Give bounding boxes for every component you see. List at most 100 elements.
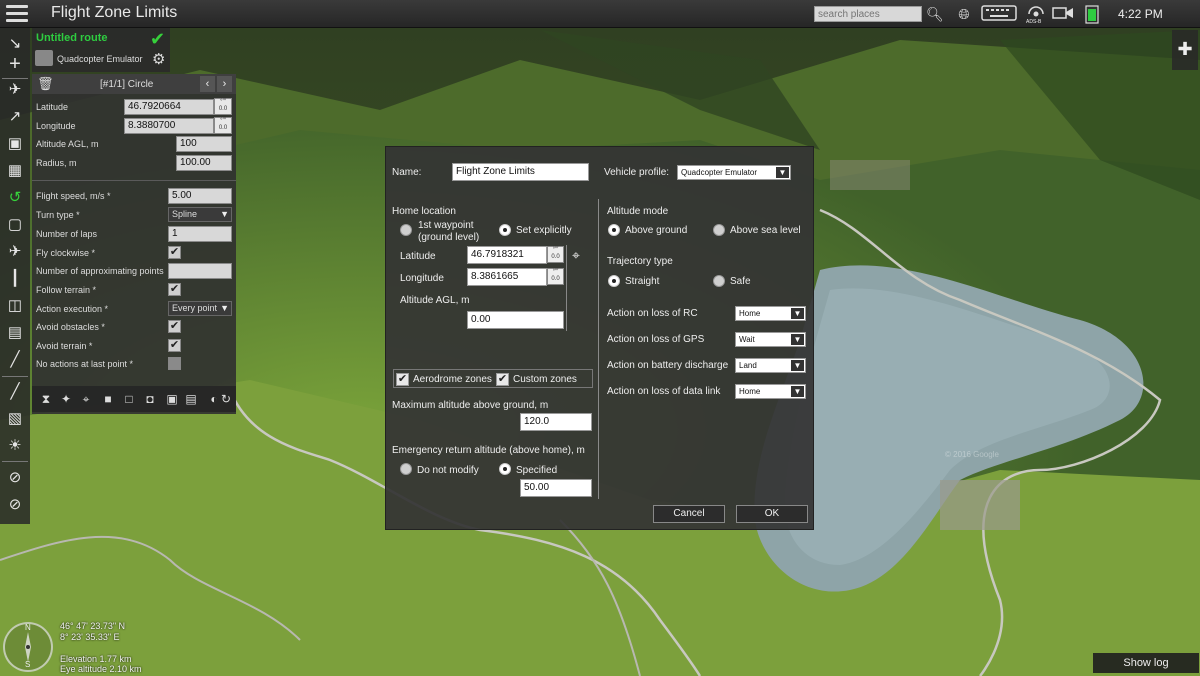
- camera-trigger-icon[interactable]: ✦: [58, 390, 74, 408]
- compass[interactable]: N S: [3, 622, 53, 672]
- prev-waypoint-button[interactable]: ‹: [200, 76, 215, 92]
- globe-icon[interactable]: 🌐︎: [955, 4, 973, 24]
- emergency-opt2-label: Specified: [516, 465, 558, 476]
- waypoint-path-icon[interactable]: ↗: [3, 105, 27, 129]
- emergency-altitude-input[interactable]: 50.00: [520, 479, 592, 497]
- hourglass-icon[interactable]: ⧗: [38, 390, 54, 408]
- home-altitude-input[interactable]: 0.00: [467, 311, 564, 329]
- no-fly-zone-icon[interactable]: ⊘: [3, 466, 27, 490]
- avoid-obstacles-checkbox[interactable]: ✔: [168, 320, 181, 333]
- home-set-explicitly-radio[interactable]: [499, 224, 511, 236]
- home-altitude-label: Altitude AGL, m: [400, 295, 470, 306]
- route-name[interactable]: Untitled route: [36, 32, 108, 44]
- add-icon[interactable]: +: [3, 52, 27, 76]
- param-avoid-obstacles: Avoid obstacles * ✔: [36, 320, 181, 333]
- poi-icon[interactable]: ⌖: [78, 390, 94, 408]
- action-gps-select[interactable]: Wait ▼: [735, 332, 806, 347]
- left-toolbar: ↘ + ✈ ↗ ▣ ▦ ↺ ▢ ✈ ┃ ◫ ▤ ╱ ╱ ▧ ☀ ⊘ ⊘: [0, 28, 30, 524]
- home-opt1-line2: (ground level): [418, 232, 480, 243]
- area-scan-icon[interactable]: ▣: [3, 132, 27, 156]
- cancel-button[interactable]: Cancel: [653, 505, 725, 523]
- dropdown-arrow-icon: ▼: [220, 303, 229, 313]
- trajectory-type-label: Trajectory type: [607, 256, 673, 267]
- coord-format-button[interactable]: °′″ 0.0: [214, 117, 232, 134]
- action-datalink-select[interactable]: Home ▼: [735, 384, 806, 399]
- radius-input[interactable]: 100.00: [176, 155, 232, 171]
- camera-attitude-icon[interactable]: ◘: [142, 390, 158, 408]
- home-longitude-input[interactable]: 8.3861665: [467, 268, 547, 286]
- action-execution-select[interactable]: Every point ▼: [168, 301, 232, 316]
- action-battery-select[interactable]: Land ▼: [735, 358, 806, 373]
- no-actions-last-checkbox[interactable]: [168, 357, 181, 370]
- keyboard-icon[interactable]: [981, 4, 1017, 24]
- traj-safe-radio[interactable]: [713, 275, 725, 287]
- laps-input[interactable]: 1: [168, 226, 232, 242]
- landing-icon[interactable]: ✈: [3, 240, 27, 264]
- vertical-scan-icon[interactable]: ┃: [3, 267, 27, 291]
- video-camera-icon[interactable]: [1051, 4, 1075, 24]
- route-header[interactable]: Untitled route ✔ Quadcopter Emulator ⚙: [32, 28, 170, 72]
- latitude-input[interactable]: 46.7920664: [124, 99, 214, 115]
- action-rc-select[interactable]: Home ▼: [735, 306, 806, 321]
- dropdown-arrow-icon: ▼: [220, 209, 229, 219]
- flight-speed-input[interactable]: 5.00: [168, 188, 232, 204]
- home-first-waypoint-radio[interactable]: [400, 224, 412, 236]
- check-icon[interactable]: ✔: [150, 29, 165, 50]
- approx-points-input[interactable]: [168, 263, 232, 279]
- crosshair-icon[interactable]: ⌖: [572, 247, 580, 264]
- add-right-button[interactable]: ✚: [1172, 30, 1198, 70]
- traj-straight-radio[interactable]: [608, 275, 620, 287]
- alt-above-sea-radio[interactable]: [713, 224, 725, 236]
- name-label: Name:: [392, 167, 422, 178]
- perimeter-icon[interactable]: ▢: [3, 213, 27, 237]
- sun-icon[interactable]: ☀: [3, 434, 27, 458]
- traj-opt2-label: Safe: [730, 276, 751, 287]
- longitude-input[interactable]: 8.3880700: [124, 118, 214, 134]
- corridor-icon[interactable]: ╱: [3, 348, 27, 372]
- follow-terrain-checkbox[interactable]: ✔: [168, 283, 181, 296]
- circle-icon[interactable]: ↺: [3, 186, 27, 210]
- param-avoid-terrain: Avoid terrain * ✔: [36, 339, 181, 352]
- alt-above-ground-radio[interactable]: [608, 224, 620, 236]
- spiral-icon[interactable]: ◫: [3, 294, 27, 318]
- clockwise-checkbox[interactable]: ✔: [168, 246, 181, 259]
- facade-icon[interactable]: ▤: [3, 321, 27, 345]
- show-log-button[interactable]: Show log: [1093, 653, 1199, 673]
- home-latitude-input[interactable]: 46.7918321: [467, 246, 547, 264]
- emergency-do-not-modify-radio[interactable]: [400, 463, 412, 475]
- panorama-icon[interactable]: ▤: [183, 390, 199, 408]
- grid-scan-icon[interactable]: ▦: [3, 159, 27, 183]
- turn-type-select[interactable]: Spline ▼: [168, 207, 232, 222]
- trash-icon[interactable]: 🗑︎: [37, 76, 54, 92]
- max-altitude-input[interactable]: 120.0: [520, 413, 592, 431]
- refresh-icon[interactable]: ↻: [218, 390, 234, 408]
- emergency-specified-radio[interactable]: [499, 463, 511, 475]
- aerodrome-zones-checkbox[interactable]: ✔: [396, 373, 409, 386]
- coord-format-button[interactable]: °′″ 0.0: [547, 246, 564, 263]
- action-gps-label: Action on loss of GPS: [607, 334, 705, 345]
- camera-photo-icon[interactable]: □: [121, 390, 137, 408]
- menu-icon[interactable]: [6, 5, 28, 23]
- name-input[interactable]: Flight Zone Limits: [452, 163, 589, 181]
- next-waypoint-button[interactable]: ›: [217, 76, 232, 92]
- coord-format-button[interactable]: °′″ 0.0: [214, 98, 232, 115]
- vehicle-profile-label: Vehicle profile:: [604, 167, 670, 178]
- custom-zones-checkbox[interactable]: ✔: [496, 373, 509, 386]
- forbidden-icon[interactable]: ⊘: [3, 493, 27, 517]
- vehicle-profile-select[interactable]: Quadcopter Emulator ▼: [677, 165, 791, 180]
- search-input[interactable]: [814, 6, 922, 22]
- action-datalink-label: Action on loss of data link: [607, 386, 721, 397]
- altitude-input[interactable]: 100: [176, 136, 232, 152]
- top-bar: Flight Zone Limits 🔍︎ 🌐︎ ADS-B 4:22 PM: [0, 0, 1200, 28]
- gear-icon[interactable]: ⚙: [152, 50, 165, 68]
- ok-button[interactable]: OK: [736, 505, 808, 523]
- takeoff-icon[interactable]: ✈: [3, 78, 27, 102]
- avoid-terrain-checkbox[interactable]: ✔: [168, 339, 181, 352]
- camera-control-icon[interactable]: ▣: [164, 390, 180, 408]
- ruler-icon[interactable]: ╱: [3, 380, 27, 404]
- param-no-actions-last: No actions at last point *: [32, 355, 236, 373]
- coord-format-button[interactable]: °′″ 0.0: [547, 268, 564, 285]
- search-icon[interactable]: 🔍︎: [926, 4, 944, 24]
- camera-mode-icon[interactable]: ■: [100, 390, 116, 408]
- polygon-icon[interactable]: ▧: [3, 407, 27, 431]
